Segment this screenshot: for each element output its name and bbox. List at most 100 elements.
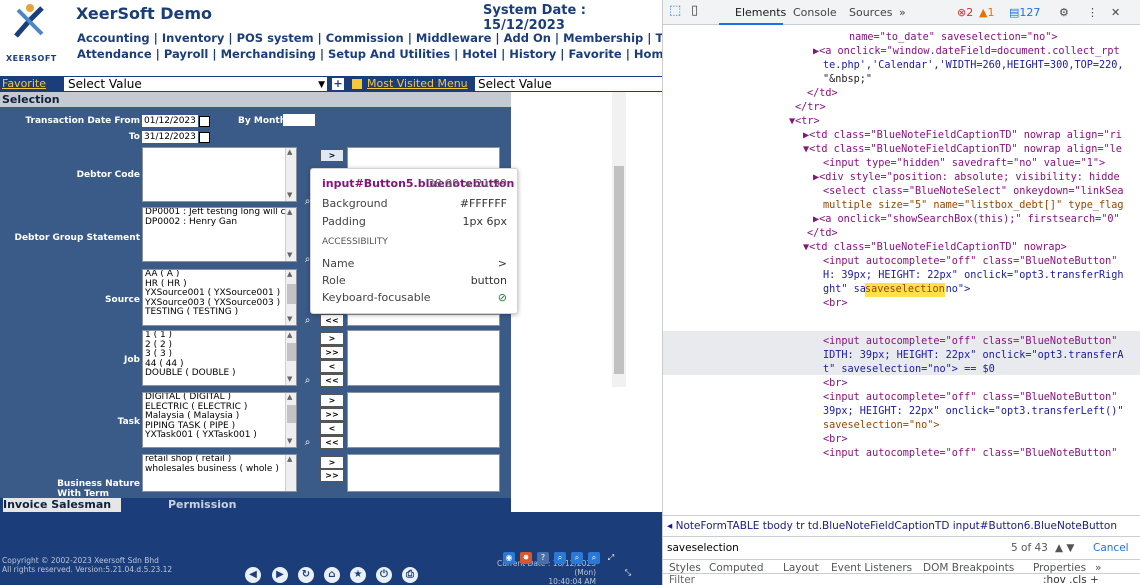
task-selected-list[interactable] xyxy=(347,392,500,448)
dom-line[interactable]: <input autocomplete="off" class="BlueNot… xyxy=(823,255,1117,269)
gear-icon[interactable]: ⚙ xyxy=(1059,6,1069,19)
chat-icon[interactable]: ◉ xyxy=(503,552,515,564)
dom-line[interactable]: ▶<div style="position: absolute; visibil… xyxy=(813,171,1120,185)
favorite-link[interactable]: Favorite xyxy=(2,77,46,90)
dom-line[interactable]: <select class="BlueNoteSelect" onkeydown… xyxy=(823,185,1124,199)
dom-line[interactable]: </td> xyxy=(807,87,838,101)
job-list[interactable]: 1 ( 1 ) 2 ( 2 ) 3 ( 3 ) 44 ( 44 ) DOUBLE… xyxy=(142,330,297,386)
scrollbar[interactable]: ▲ ▼ xyxy=(285,331,296,385)
close-icon[interactable]: ✕ xyxy=(1111,6,1120,19)
add-favorite-button[interactable]: + xyxy=(332,78,344,90)
style-tools[interactable]: :hov .cls + xyxy=(1043,574,1099,585)
transfer-right-button[interactable]: > xyxy=(320,332,344,345)
tab-sources[interactable]: Sources xyxy=(849,6,893,19)
dom-line[interactable]: ▼<tr> xyxy=(789,115,820,129)
dom-line[interactable]: "&nbsp;" xyxy=(823,73,872,87)
most-visited-link[interactable]: Most Visited Menu xyxy=(367,77,468,90)
search-icon[interactable]: ⌕ xyxy=(302,315,313,326)
transfer-all-right-button[interactable]: >> xyxy=(320,346,344,359)
dom-line[interactable]: <br> xyxy=(823,433,848,447)
tab-elements[interactable]: Elements xyxy=(735,6,786,19)
tab-invoice-salesman[interactable]: Invoice Salesman xyxy=(3,498,122,512)
collapse-icon[interactable]: ⤡ xyxy=(622,567,634,579)
dom-line[interactable]: </td> xyxy=(807,227,838,241)
list-item[interactable]: DP0002 : Henry Gan xyxy=(145,217,296,228)
dom-line[interactable]: IDTH: 39px; HEIGHT: 22px" onclick="opt3.… xyxy=(823,349,1124,363)
page-scrollbar[interactable] xyxy=(612,92,626,387)
search-icon[interactable]: ⌕ xyxy=(302,437,313,448)
dom-line[interactable]: name="to_date" saveselection="no"> xyxy=(849,31,1058,45)
dom-line[interactable]: saveselection="no"> xyxy=(823,419,940,433)
dom-tree[interactable]: name="to_date" saveselection="no"> ▶<a o… xyxy=(663,25,1140,475)
transfer-right-button[interactable]: > xyxy=(320,394,344,407)
main-nav-row-1[interactable]: Accounting | Inventory | POS system | Co… xyxy=(77,31,662,45)
scrollbar[interactable]: ▲ ▼ xyxy=(285,148,296,201)
settings-icon[interactable]: ✸ xyxy=(520,552,532,564)
dom-line[interactable]: </tr> xyxy=(795,101,826,115)
date-from-input[interactable]: 01/12/2023 xyxy=(142,115,198,127)
list-item[interactable]: TESTING ( TESTING ) xyxy=(145,308,296,318)
zoom-out-icon[interactable]: ⌕ xyxy=(588,552,600,564)
source-list[interactable]: AA ( A ) HR ( HR ) YXSource001 ( YXSourc… xyxy=(142,269,297,326)
scrollbar[interactable]: ▲ ▼ xyxy=(285,208,296,261)
transfer-right-button[interactable]: > xyxy=(320,456,344,469)
favorite-select[interactable]: Select Value ▼ xyxy=(64,77,327,91)
search-icon[interactable]: ⌕ xyxy=(302,375,313,386)
transfer-all-left-button[interactable]: << xyxy=(320,436,344,449)
message-count-badge[interactable]: ▤127 xyxy=(1009,6,1040,19)
transfer-all-right-button[interactable]: >> xyxy=(320,408,344,421)
dom-line[interactable]: ▶<a onclick="showSearchBox(this);" first… xyxy=(813,213,1120,227)
business-nature-selected-list[interactable] xyxy=(347,454,500,492)
dom-line[interactable]: <input autocomplete="off" class="BlueNot… xyxy=(823,335,1117,349)
transfer-all-right-button[interactable]: >> xyxy=(320,469,344,482)
debtor-code-list[interactable]: ▲ ▼ xyxy=(142,147,297,202)
scrollbar[interactable]: ▲ ▼ xyxy=(285,393,296,447)
dom-line[interactable]: ▶<a onclick="window.dateField=document.c… xyxy=(813,45,1120,59)
zoom-in-icon[interactable]: ⌕ xyxy=(571,552,583,564)
dom-line[interactable]: <input autocomplete="off" class="BlueNot… xyxy=(823,391,1117,405)
calendar-icon[interactable] xyxy=(199,116,210,127)
print-icon[interactable]: ⎙ xyxy=(402,567,418,583)
power-icon[interactable]: ⏻ xyxy=(376,567,392,583)
list-item[interactable]: DOUBLE ( DOUBLE ) xyxy=(145,369,296,379)
refresh-icon[interactable]: ↻ xyxy=(298,567,314,583)
forward-icon[interactable]: ▶ xyxy=(272,567,288,583)
dom-line[interactable]: <br> xyxy=(823,297,848,311)
help-icon[interactable]: ? xyxy=(537,552,549,564)
back-icon[interactable]: ◀ xyxy=(245,567,261,583)
more-tabs-icon[interactable]: » xyxy=(899,6,906,19)
task-list[interactable]: DIGITAL ( DIGITAL ) ELECTRIC ( ELECTRIC … xyxy=(142,392,297,448)
by-month-input[interactable] xyxy=(283,114,315,126)
styles-filter-input[interactable]: Filter xyxy=(669,574,695,585)
inspect-icon[interactable]: ⬚ xyxy=(669,3,681,18)
dom-line[interactable]: ▼<td class="BlueNoteFieldCaptionTD" nowr… xyxy=(803,241,1067,255)
device-toolbar-icon[interactable]: ▯ xyxy=(691,3,698,18)
zoom-icon[interactable]: ⌕ xyxy=(554,552,566,564)
debtor-group-list[interactable]: DP0001 : Jeft testing long will c DP0002… xyxy=(142,207,297,262)
job-selected-list[interactable] xyxy=(347,330,500,386)
warning-count-badge[interactable]: ▲1 xyxy=(979,6,994,19)
scrollbar[interactable]: ▲ ▼ xyxy=(285,270,296,325)
dom-line[interactable]: ▶<td class="BlueNoteFieldCaptionTD" nowr… xyxy=(803,129,1122,143)
dom-line[interactable]: H: 39px; HEIGHT: 22px" onclick="opt3.tra… xyxy=(823,269,1124,283)
transfer-left-button[interactable]: < xyxy=(320,422,344,435)
scrollbar[interactable]: ▲ xyxy=(285,455,296,491)
tab-permission[interactable]: Permission xyxy=(168,498,236,512)
main-nav-row-2[interactable]: Attendance | Payroll | Merchandising | S… xyxy=(77,47,662,61)
search-cancel-button[interactable]: Cancel xyxy=(1093,537,1129,560)
dom-line[interactable]: ▼<td class="BlueNoteFieldCaptionTD" nowr… xyxy=(803,143,1122,157)
breadcrumb[interactable]: ◂ NoteFormTABLE tbody tr td.BlueNoteFiel… xyxy=(663,515,1140,537)
home-icon[interactable]: ⌂ xyxy=(324,567,340,583)
source-selected-list[interactable] xyxy=(347,314,500,326)
transfer-all-left-button[interactable]: << xyxy=(320,314,344,327)
search-prev-next[interactable]: ▲ ▼ xyxy=(1055,537,1075,560)
dom-line[interactable]: te.php','Calendar','WIDTH=260,HEIGHT=300… xyxy=(823,59,1124,73)
tab-console[interactable]: Console xyxy=(793,6,837,19)
date-to-input[interactable]: 31/12/2023 xyxy=(142,131,198,143)
star-icon[interactable]: ★ xyxy=(350,567,366,583)
calendar-icon[interactable] xyxy=(199,132,210,143)
dom-line[interactable]: <input type="hidden" savedraft="no" valu… xyxy=(823,157,1105,171)
dom-line[interactable]: multiple size="5" name="listbox_debt[]" … xyxy=(823,199,1124,213)
dom-line[interactable]: <br> xyxy=(823,377,848,391)
error-count-badge[interactable]: ⊗2 xyxy=(957,6,973,19)
